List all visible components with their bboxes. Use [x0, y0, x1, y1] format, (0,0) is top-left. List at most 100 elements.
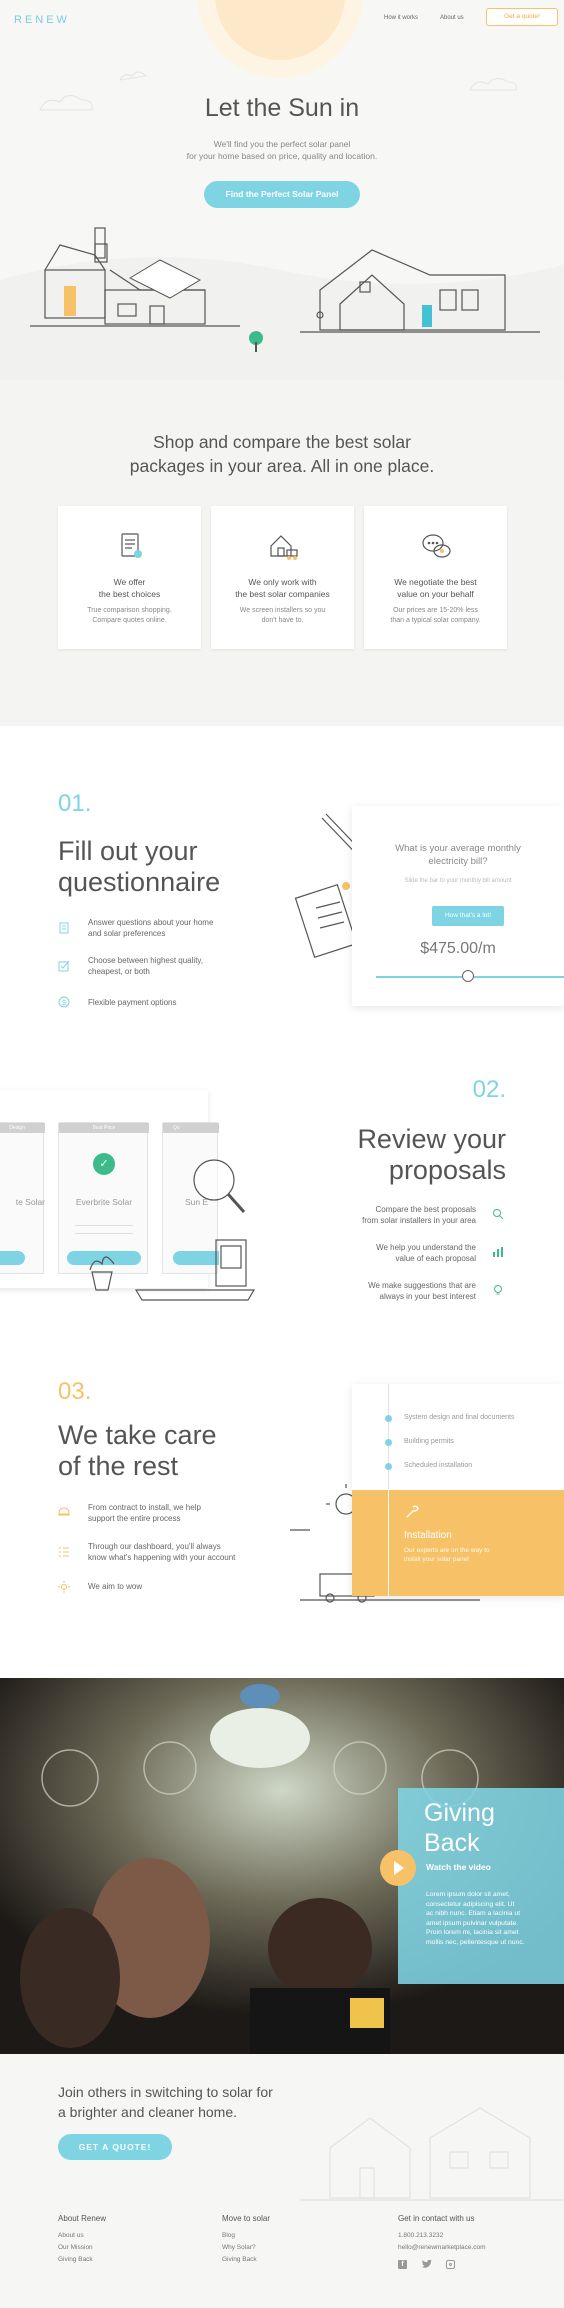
footer-link[interactable]: About us — [58, 2232, 84, 2239]
step2-item: Compare the best proposals from solar in… — [276, 1204, 476, 1226]
footer-link[interactable]: Why Solar? — [222, 2244, 256, 2251]
panel-amount: $475.00/m — [420, 940, 496, 957]
step3-item-line2: know what's happening with your account — [88, 1553, 236, 1562]
nav-about-us[interactable]: About us — [440, 15, 464, 21]
step3-item-line1: From contract to install, we help — [88, 1503, 201, 1512]
logo[interactable]: RENEW — [14, 14, 70, 26]
proposal-card[interactable]: Design te Solar — [0, 1122, 45, 1274]
footer-heading-about: About Renew — [58, 2214, 107, 2223]
find-solar-panel-button[interactable]: Find the Perfect Solar Panel — [204, 181, 360, 208]
step3-item: We aim to wow — [88, 1581, 142, 1592]
feature-desc-line1: Our prices are 15-20% less — [393, 607, 478, 614]
bill-slider-handle[interactable] — [462, 970, 474, 982]
progress-panel: System design and final documents Buildi… — [352, 1384, 564, 1596]
giving-body-line: amet ipsum pulvinar vulputate. — [426, 1919, 519, 1927]
step3-title-line1: We take care — [58, 1420, 217, 1450]
nav-how-it-works[interactable]: How it works — [384, 15, 418, 21]
step2-item-line1: We make suggestions that are — [368, 1281, 476, 1290]
hero-title: Let the Sun in — [204, 94, 360, 122]
lightbulb-icon — [494, 1285, 502, 1295]
giving-body-line: consectetur adipiscing elit. Ut — [426, 1900, 515, 1908]
giving-body-line: Proin lorem mi, lacinia sit amet — [426, 1929, 519, 1936]
footer-link[interactable]: Giving Back — [222, 2256, 257, 2263]
watch-video-link[interactable]: Watch the video — [426, 1862, 491, 1872]
step1-title-line1: Fill out your — [58, 836, 198, 866]
play-video-button[interactable] — [380, 1850, 416, 1886]
step1-title-line2: questionnaire — [58, 867, 221, 897]
feature-card-heading: We offer the best choices — [58, 576, 201, 600]
feature-heading-line1: We negotiate the best — [394, 577, 477, 587]
twitter-icon[interactable] — [422, 2260, 432, 2269]
step1-item: Flexible payment options — [88, 997, 177, 1008]
wrench-icon — [406, 1505, 419, 1518]
proposal-select-button[interactable] — [0, 1251, 25, 1265]
footer-cta-text: Join others in switching to solar for a … — [58, 2082, 273, 2122]
header-quote-button[interactable]: Get a quote! — [486, 8, 558, 26]
proposal-name: te Solar — [15, 1197, 45, 1207]
step1-number: 01. — [58, 790, 92, 817]
feature-heading-line2: value on your behalf — [397, 589, 474, 599]
instagram-icon[interactable] — [446, 2260, 455, 2269]
footer-link[interactable]: Blog — [222, 2232, 235, 2239]
footer-email[interactable]: hello@renewmarketplace.com — [398, 2244, 486, 2251]
list-icon — [59, 1547, 69, 1557]
active-step-desc-line1: Our experts are on the way to — [404, 1547, 490, 1554]
feature-desc-line1: We screen installers so you — [239, 607, 326, 614]
features-title-line1: Shop and compare the best solar — [153, 432, 411, 452]
step1-item-line1: Answer questions about your home — [88, 918, 214, 927]
hero-section: RENEW How it works About us Get a quote!… — [0, 0, 564, 380]
features-section: Shop and compare the best solar packages… — [0, 380, 564, 726]
step2-item: We help you understand the value of each… — [276, 1242, 476, 1264]
step1-item: Choose between highest quality, cheapest… — [88, 955, 203, 977]
step2-title: Review your proposals — [250, 1124, 506, 1186]
step1-item: Answer questions about your home and sol… — [88, 917, 213, 939]
timeline-dot — [385, 1463, 392, 1470]
panel-button[interactable]: How that's a lot! — [432, 906, 504, 926]
footer-link[interactable]: Our Mission — [58, 2244, 93, 2251]
footer-cta-line2: a brighter and cleaner home. — [58, 2104, 237, 2120]
footer-heading-contact: Get in contact with us — [398, 2214, 475, 2223]
timeline-item: Scheduled installation — [404, 1462, 473, 1469]
sun-graphic — [215, 0, 345, 60]
giving-back-title: Giving Back — [424, 1798, 495, 1858]
step2-item-line1: We help you understand the — [376, 1243, 476, 1252]
chat-bubbles-icon — [422, 534, 451, 558]
feature-heading-line2: the best choices — [98, 589, 161, 599]
timeline-line — [388, 1490, 389, 1596]
play-icon — [394, 1861, 404, 1875]
feature-card-description: Our prices are 15-20% less than a typica… — [364, 606, 507, 626]
bar-chart-icon — [493, 1247, 503, 1257]
step1-item-line1: Flexible payment options — [88, 998, 177, 1007]
dollar-icon: $ — [58, 996, 70, 1008]
house-truck-icon — [270, 535, 298, 560]
step2-item-line2: from solar installers in your area — [362, 1216, 476, 1225]
giving-back-card: Giving Back — [398, 1788, 564, 1984]
footer-section: Join others in switching to solar for a … — [0, 2054, 564, 2308]
proposal-tag: Design — [0, 1123, 45, 1133]
feature-heading-line1: We only work with — [248, 577, 317, 587]
step2-item-line2: always in your best interest — [379, 1292, 477, 1301]
step2-item: We make suggestions that are always in y… — [276, 1280, 476, 1302]
document-icon — [59, 922, 69, 934]
feature-desc-line2: Compare quotes online. — [92, 617, 167, 624]
step3-title: We take care of the rest — [58, 1420, 217, 1482]
houses-illustration — [0, 227, 564, 380]
checkbox-icon — [58, 960, 70, 972]
search-icon — [493, 1209, 504, 1220]
step3-item: From contract to install, we help suppor… — [88, 1502, 201, 1524]
step3-item-line1: We aim to wow — [88, 1582, 143, 1591]
feature-card-value: We negotiate the best value on your beha… — [364, 506, 507, 649]
footer-heading-move: Move to solar — [222, 2214, 271, 2223]
feature-heading-line2: the best solar companies — [235, 589, 330, 599]
footer-quote-button[interactable]: GET A QUOTE! — [58, 2134, 172, 2160]
feature-desc-line1: True comparison shopping. — [87, 607, 172, 614]
instagram-lens — [448, 2262, 452, 2266]
feature-desc-line2: don't have to. — [261, 617, 304, 624]
active-step-desc-line2: install your solar panel — [404, 1556, 469, 1563]
active-step-card[interactable]: Installation Our experts are on the way … — [352, 1490, 564, 1596]
step1-item-line1: Choose between highest quality, — [88, 956, 204, 965]
footer-link[interactable]: Giving Back — [58, 2256, 93, 2263]
footer-phone[interactable]: 1.800.213.3232 — [398, 2232, 443, 2239]
giving-title-line2: Back — [424, 1829, 480, 1857]
facebook-icon[interactable]: f — [398, 2260, 407, 2269]
